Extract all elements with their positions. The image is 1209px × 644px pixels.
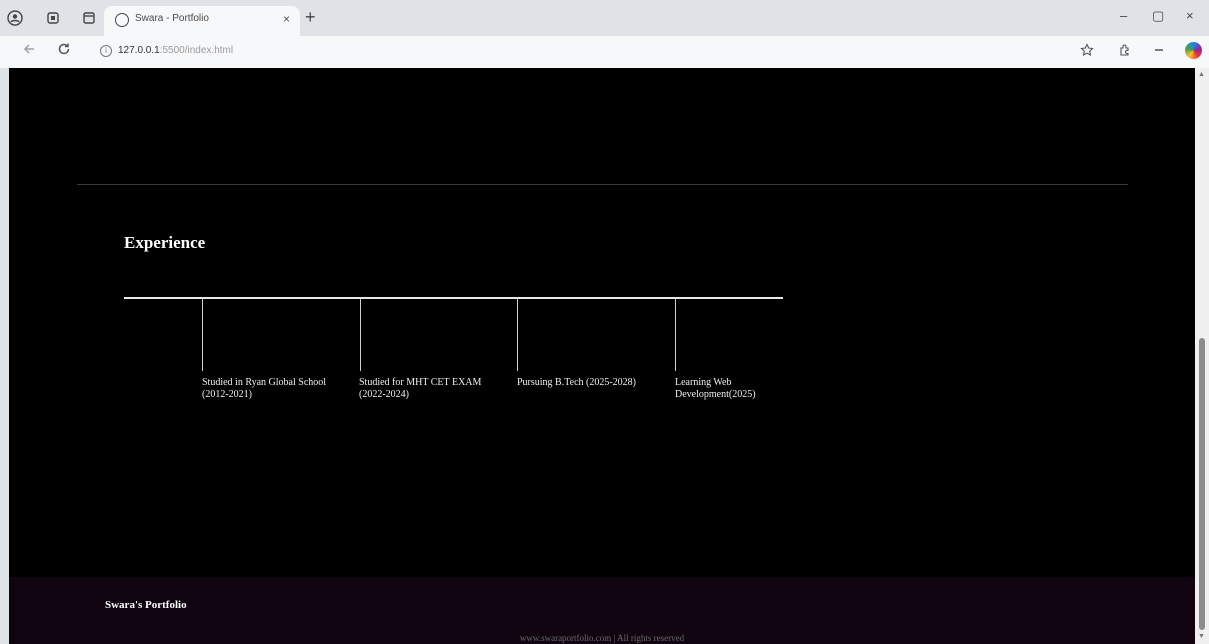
section-divider — [77, 184, 1128, 185]
page-viewport: Experience Studied in Ryan Global School… — [9, 68, 1195, 644]
tab-portfolio[interactable]: Swara - Portfolio × — [104, 6, 300, 36]
footer-copyright: www.swaraportfolio.com | All rights rese… — [519, 633, 685, 643]
timeline-tick — [517, 299, 518, 371]
scroll-down-icon[interactable]: ▼ — [1198, 633, 1205, 640]
address-bar[interactable]: i 127.0.0.1:5500/index.html — [96, 41, 1076, 63]
experience-heading: Experience — [124, 233, 206, 252]
minimize-button[interactable]: – — [1120, 8, 1127, 23]
scroll-up-icon[interactable]: ▲ — [1198, 71, 1205, 78]
new-tab-button[interactable]: + — [305, 8, 316, 26]
close-tab-icon[interactable]: × — [283, 12, 290, 26]
timeline-tick — [202, 299, 203, 371]
timeline-tick — [360, 299, 361, 371]
browser-window: Swara - Portfolio × + – ▢ × i 127.0.0.1:… — [0, 0, 1209, 644]
url-path: :5500/index.html — [159, 45, 234, 56]
timeline-item: Learning Web Development(2025) — [675, 377, 756, 400]
back-arrow-icon[interactable] — [22, 42, 36, 60]
reload-icon[interactable] — [57, 42, 71, 60]
more-icon[interactable] — [1152, 43, 1166, 60]
copilot-icon[interactable] — [1185, 42, 1202, 59]
tab-title: Swara - Portfolio — [135, 13, 209, 24]
timeline-line — [124, 297, 783, 299]
tab-strip: Swara - Portfolio × + – ▢ × — [0, 0, 1209, 36]
close-window-button[interactable]: × — [1186, 8, 1194, 23]
globe-icon — [115, 13, 129, 27]
extensions-icon[interactable] — [1118, 43, 1132, 60]
url-text: 127.0.0.1:5500/index.html — [118, 45, 233, 56]
tab-actions-icon[interactable] — [80, 10, 98, 28]
vertical-scrollbar[interactable]: ▲ ▼ — [1195, 68, 1209, 644]
scrollbar-thumb[interactable] — [1199, 338, 1205, 630]
workspaces-icon[interactable] — [44, 10, 62, 28]
timeline-item: Pursuing B.Tech (2025-2028) — [517, 377, 637, 388]
address-bar-row: i 127.0.0.1:5500/index.html — [0, 36, 1209, 68]
star-icon[interactable] — [1080, 43, 1094, 60]
profile-icon[interactable] — [6, 10, 24, 28]
footer-brand: Swara's Portfolio — [105, 599, 187, 611]
timeline-item: Studied for MHT CET EXAM (2022-2024) — [359, 377, 482, 400]
page-footer: Swara's Portfolio www.swaraportfolio.com… — [9, 577, 1195, 644]
timeline-item: Studied in Ryan Global School (2012-2021… — [202, 377, 327, 400]
info-icon[interactable]: i — [100, 45, 112, 57]
timeline-tick — [675, 299, 676, 371]
url-host: 127.0.0.1 — [118, 45, 160, 56]
restore-button[interactable]: ▢ — [1152, 8, 1164, 24]
